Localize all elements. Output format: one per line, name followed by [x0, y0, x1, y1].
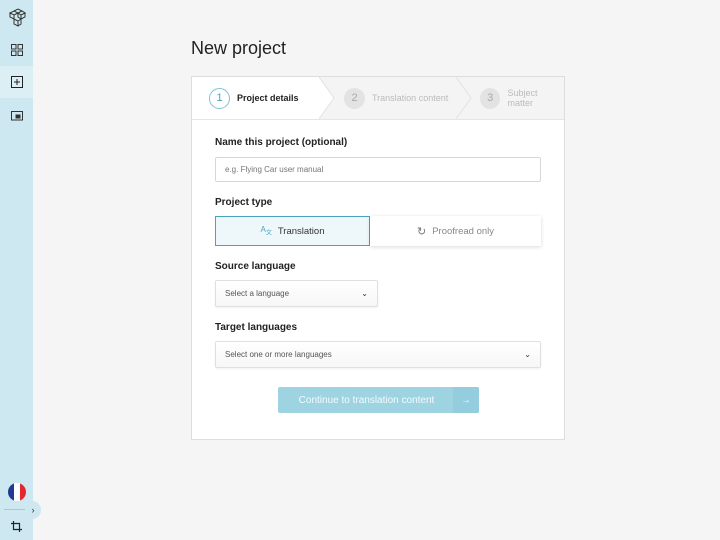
step-chevron [456, 77, 472, 119]
step-label: Translation content [372, 93, 449, 103]
step-translation-content[interactable]: 2 Translation content [319, 77, 472, 119]
sidebar: › [0, 0, 41, 540]
continue-button[interactable]: Continue to translation content → [278, 387, 479, 413]
step-label: Subject matter [507, 88, 538, 108]
source-language-placeholder: Select a language [225, 289, 290, 298]
refresh-icon: ↻ [416, 225, 427, 238]
plus-square-icon [10, 76, 23, 88]
source-language-select[interactable]: Select a language ⌄ [215, 280, 378, 307]
chevron-down-icon: ⌄ [524, 350, 531, 359]
step-subject-matter[interactable]: 3 Subject matter [456, 77, 564, 119]
type-translation-button[interactable]: A文 Translation [215, 216, 370, 246]
new-project-card: 1 Project details 2 Translation content … [191, 76, 565, 440]
type-translation-label: Translation [277, 225, 325, 237]
project-form: Name this project (optional) Project typ… [215, 137, 542, 368]
type-proofread-button[interactable]: ↻ Proofread only [370, 216, 541, 246]
sidebar-logo[interactable] [0, 0, 33, 33]
step-label: Project details [237, 93, 299, 103]
step-number: 1 [209, 87, 230, 109]
stepper: 1 Project details 2 Translation content … [192, 77, 564, 120]
grid-icon [10, 43, 23, 56]
name-label: Name this project (optional) [215, 137, 348, 148]
project-type-selector: A文 Translation ↻ Proofread only [215, 216, 542, 246]
type-proofread-label: Proofread only [432, 225, 494, 237]
target-languages-select[interactable]: Select one or more languages ⌄ [215, 341, 541, 368]
page-title: New project [191, 38, 287, 58]
sidebar-item-dashboard[interactable] [0, 33, 33, 66]
language-flag-france[interactable] [8, 483, 26, 501]
sidebar-item-media[interactable] [0, 99, 33, 132]
step-chevron [319, 77, 335, 119]
sidebar-item-new-project[interactable] [0, 66, 33, 98]
chevron-down-icon: ⌄ [361, 289, 368, 298]
step-number: 2 [344, 87, 365, 109]
continue-label: Continue to translation content [298, 394, 435, 406]
target-languages-placeholder: Select one or more languages [225, 350, 332, 359]
step-number: 3 [480, 87, 501, 109]
arrow-right-icon: → [453, 387, 479, 413]
sidebar-item-crop[interactable] [0, 510, 33, 540]
project-type-label: Project type [215, 197, 273, 208]
crop-icon [11, 521, 22, 532]
step-project-details[interactable]: 1 Project details [192, 77, 335, 119]
project-name-input[interactable] [215, 157, 541, 182]
translate-icon: A文 [260, 224, 272, 237]
target-languages-label: Target languages [215, 322, 298, 333]
cube-stack-icon [8, 7, 26, 27]
media-icon [10, 110, 23, 120]
source-language-label: Source language [215, 261, 296, 272]
